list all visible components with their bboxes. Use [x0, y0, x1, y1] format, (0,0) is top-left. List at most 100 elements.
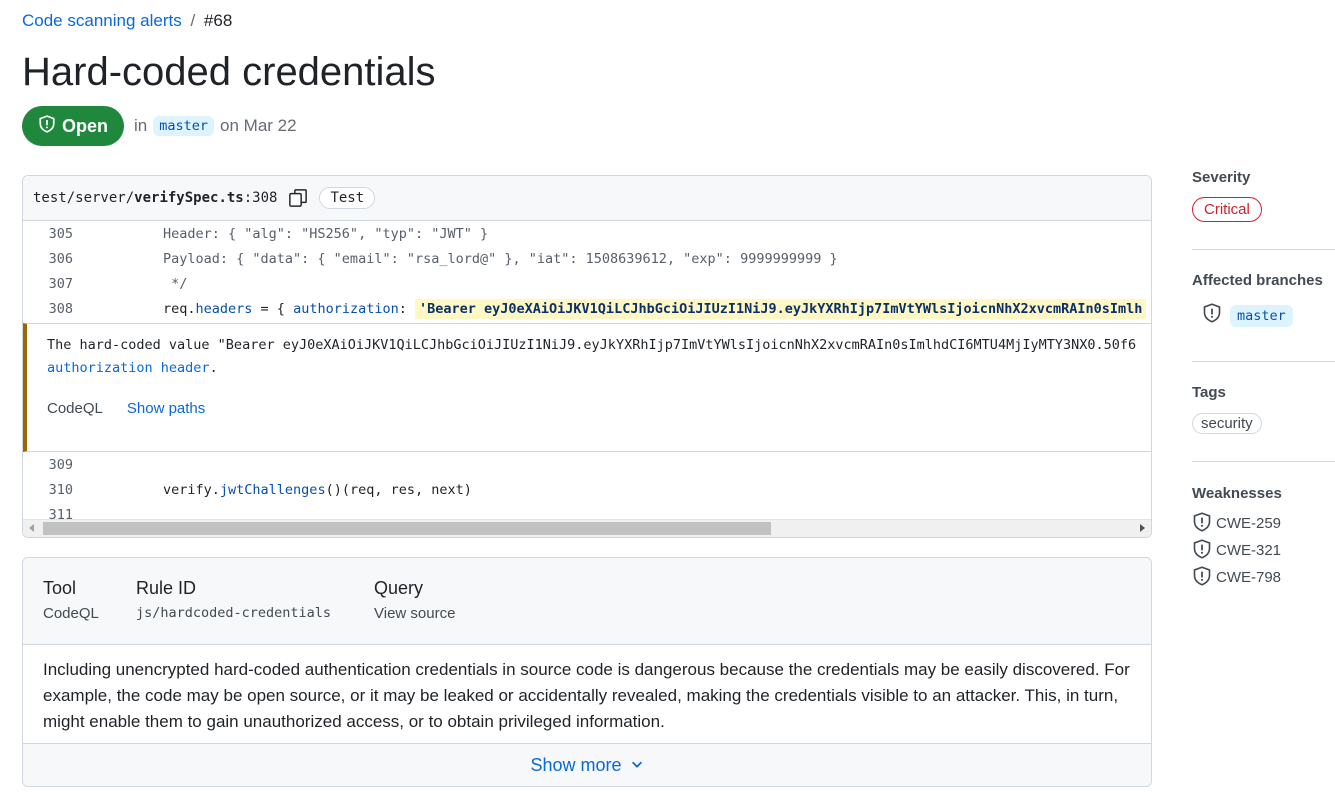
scrollbar-thumb[interactable] [43, 522, 771, 535]
line-number: 307 [48, 275, 73, 292]
weakness-item[interactable]: CWE-259 [1192, 510, 1335, 537]
breadcrumb-current: #68 [203, 11, 233, 30]
authorization-header-link[interactable]: authorization header [47, 360, 210, 376]
status-badge: Open [22, 106, 125, 146]
status-label: Open [62, 115, 109, 136]
rule-meta: Tool CodeQL Rule ID js/hardcoded-credent… [23, 558, 1151, 645]
code-token-colon: : [398, 300, 415, 317]
tags-heading: Tags [1192, 384, 1226, 401]
code-panel-header: test/server/verifySpec.ts:308 Test [23, 176, 1151, 221]
status-date: on Mar 22 [220, 116, 297, 135]
severity-section: Severity Critical [1192, 166, 1335, 250]
line-number: 309 [48, 456, 73, 473]
weaknesses-list: CWE-259 CWE-321 CWE-798 [1192, 510, 1335, 591]
code-token-property: headers [195, 300, 253, 317]
scroll-right-arrow-icon[interactable] [1140, 524, 1145, 532]
code-line: 305 Header: { "alg": "HS256", "typ": "JW… [23, 221, 1151, 246]
weaknesses-heading: Weaknesses [1192, 485, 1282, 502]
affected-branch-chip[interactable]: master [1230, 304, 1293, 327]
status-meta: in master on Mar 22 [134, 116, 297, 136]
horizontal-scrollbar[interactable] [23, 519, 1151, 537]
code-line: 310 verify.jwtChallenges()(req, res, nex… [23, 477, 1151, 502]
line-number: 306 [48, 250, 73, 267]
code-token-function: jwtChallenges [219, 481, 326, 498]
file-path-dir: test/server/ [33, 190, 135, 206]
shield-icon [1192, 511, 1212, 536]
highlighted-credential: 'Bearer eyJ0eXAiOiJKV1QiLCJhbGciOiJIUzI1… [415, 298, 1147, 319]
code-lines-before: 305 Header: { "alg": "HS256", "typ": "JW… [23, 221, 1151, 321]
alert-sidebar: Severity Critical Affected branches mast… [1192, 166, 1335, 591]
rule-query: Query View source [374, 578, 455, 622]
show-more-label: Show more [530, 754, 622, 775]
code-line: 309 [23, 452, 1151, 477]
rule-tool-value: CodeQL [43, 605, 99, 622]
shield-icon [1192, 565, 1212, 590]
code-token-object: req. [163, 300, 196, 317]
rule-description: Including unencrypted hard-coded authent… [43, 660, 1130, 731]
rule-id: Rule ID js/hardcoded-credentials [136, 578, 331, 621]
alert-tool-name: CodeQL [47, 400, 103, 417]
chevron-down-icon [630, 755, 644, 776]
code-token-key: authorization [293, 300, 399, 317]
weakness-item[interactable]: CWE-798 [1192, 564, 1335, 591]
shield-icon [1202, 303, 1222, 328]
weaknesses-section: Weaknesses CWE-259 CWE-321 CWE-798 [1192, 462, 1335, 591]
status-branch-chip[interactable]: master [153, 116, 215, 136]
severity-badge: Critical [1192, 197, 1262, 222]
line-number: 310 [48, 481, 73, 498]
weakness-label: CWE-798 [1216, 569, 1282, 586]
code-token-rest: ()(req, res, next) [325, 481, 472, 498]
code-text: */ [163, 275, 188, 292]
code-line: 307 */ [23, 271, 1151, 296]
rule-id-label: Rule ID [136, 578, 197, 598]
code-lines-after: 309 310 verify.jwtChallenges()(req, res,… [23, 452, 1151, 527]
page-title: Hard-coded credentials [22, 50, 436, 94]
weakness-label: CWE-321 [1216, 542, 1282, 559]
rule-tool: Tool CodeQL [43, 578, 99, 622]
severity-heading: Severity [1192, 169, 1251, 186]
breadcrumb-code-scanning-link[interactable]: Code scanning alerts [22, 11, 182, 30]
rule-query-label: Query [374, 578, 424, 598]
show-more-button[interactable]: Show more [23, 743, 1151, 786]
alert-message-suffix: . [209, 360, 218, 376]
file-path[interactable]: test/server/verifySpec.ts:308 [33, 190, 277, 206]
code-token-punct: = { [252, 300, 294, 317]
tag-chip-security[interactable]: security [1192, 413, 1262, 434]
weakness-label: CWE-259 [1216, 515, 1282, 532]
alert-message: The hard-coded value "Bearer eyJ0eXAiOiJ… [47, 334, 1151, 380]
code-text: Header: { "alg": "HS256", "typ": "JWT" } [163, 225, 489, 242]
code-snippet-panel: test/server/verifySpec.ts:308 Test 305 H… [22, 175, 1152, 538]
tags-section: Tags security [1192, 362, 1335, 462]
file-path-name: verifySpec.ts [134, 190, 244, 206]
weakness-item[interactable]: CWE-321 [1192, 537, 1335, 564]
alert-state-row: Open in master on Mar 22 [22, 106, 297, 146]
status-in-text: in [134, 116, 148, 135]
alert-annotation: The hard-coded value "Bearer eyJ0eXAiOiJ… [23, 323, 1151, 452]
affected-branch-row: master [1192, 303, 1335, 328]
file-path-line: :308 [243, 190, 278, 206]
breadcrumb-separator: / [190, 11, 196, 30]
rule-id-value: js/hardcoded-credentials [136, 605, 332, 621]
rule-panel: Tool CodeQL Rule ID js/hardcoded-credent… [22, 557, 1152, 787]
code-token-object: verify. [163, 481, 220, 498]
file-tag-chip: Test [319, 187, 376, 209]
code-text: Payload: { "data": { "email": "rsa_lord@… [163, 250, 838, 267]
breadcrumb: Code scanning alerts / #68 [22, 11, 232, 31]
shield-icon [38, 114, 56, 138]
scroll-left-arrow-icon[interactable] [29, 524, 34, 532]
line-number: 308 [48, 300, 73, 317]
code-text: req.headers = { authorization: 'Bearer e… [83, 298, 1147, 319]
alert-message-text: The hard-coded value "Bearer eyJ0eXAiOiJ… [47, 337, 1137, 353]
rule-tool-label: Tool [43, 578, 77, 598]
shield-icon [1192, 538, 1212, 563]
alert-footer: CodeQL Show paths [47, 400, 205, 417]
copy-icon[interactable] [287, 187, 309, 209]
affected-branches-heading: Affected branches [1192, 272, 1323, 289]
code-line-highlighted: 308 req.headers = { authorization: 'Bear… [23, 296, 1151, 321]
view-source-link[interactable]: View source [374, 605, 455, 622]
affected-branches-section: Affected branches master [1192, 250, 1335, 362]
code-line: 306 Payload: { "data": { "email": "rsa_l… [23, 246, 1151, 271]
show-paths-link[interactable]: Show paths [127, 400, 205, 417]
line-number: 305 [48, 225, 73, 242]
code-text: verify.jwtChallenges()(req, res, next) [83, 482, 472, 498]
